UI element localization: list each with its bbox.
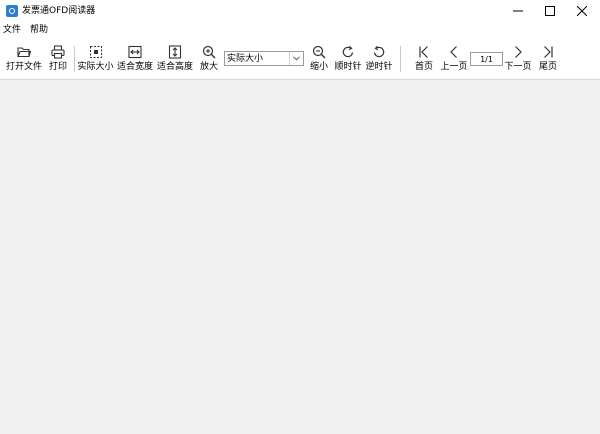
zoom-out-button[interactable]: 缩小 — [308, 42, 330, 74]
last-page-button[interactable]: 尾页 — [537, 42, 559, 74]
zoom-in-icon — [202, 45, 216, 59]
zoom-in-label: 放大 — [199, 62, 218, 72]
first-page-label: 首页 — [414, 62, 433, 72]
document-viewport[interactable] — [0, 80, 600, 434]
chevron-left-icon — [450, 46, 457, 58]
zoom-out-icon — [312, 45, 326, 59]
dropdown-arrow-icon[interactable] — [289, 52, 303, 65]
last-page-icon — [544, 46, 553, 58]
rotate-clockwise-icon — [342, 45, 354, 58]
rotate-counterclockwise-label: 逆时针 — [365, 62, 393, 72]
fit-height-label: 适合高度 — [156, 62, 193, 72]
zoom-out-label: 缩小 — [309, 62, 328, 72]
next-page-label: 下一页 — [504, 62, 532, 72]
last-page-label: 尾页 — [538, 62, 557, 72]
print-button[interactable]: 打印 — [46, 42, 70, 74]
next-page-button[interactable]: 下一页 — [504, 42, 532, 74]
close-button[interactable] — [564, 0, 600, 22]
menu-bar: 文件 帮助 — [0, 22, 600, 38]
rotate-clockwise-label: 顺时针 — [334, 62, 362, 72]
first-page-button[interactable]: 首页 — [413, 42, 435, 74]
first-page-icon — [419, 46, 428, 58]
actual-size-icon — [89, 46, 102, 58]
previous-page-button[interactable]: 上一页 — [440, 42, 468, 74]
folder-open-icon — [17, 47, 32, 58]
close-icon — [577, 6, 587, 16]
fit-width-label: 适合宽度 — [116, 62, 153, 72]
rotate-counterclockwise-icon — [373, 45, 385, 58]
printer-icon — [51, 45, 65, 59]
rotate-counterclockwise-button[interactable]: 逆时针 — [364, 42, 394, 74]
open-file-button[interactable]: 打开文件 — [5, 42, 43, 74]
zoom-select-value: 实际大小 — [227, 54, 264, 64]
fit-width-button[interactable]: 适合宽度 — [116, 42, 154, 74]
chevron-right-icon — [515, 46, 522, 58]
minimize-button[interactable] — [500, 0, 536, 22]
fit-height-icon — [168, 45, 182, 59]
maximize-icon — [545, 6, 555, 16]
actual-size-button[interactable]: 实际大小 — [77, 42, 114, 74]
actual-size-label: 实际大小 — [77, 62, 114, 72]
print-label: 打印 — [48, 62, 67, 72]
toolbar-separator — [400, 46, 401, 72]
zoom-select[interactable]: 实际大小 — [224, 51, 304, 66]
minimize-icon — [513, 10, 523, 12]
menu-help[interactable]: 帮助 — [30, 24, 48, 36]
fit-height-button[interactable]: 适合高度 — [156, 42, 194, 74]
rotate-clockwise-button[interactable]: 顺时针 — [333, 42, 363, 74]
page-number-input[interactable] — [470, 52, 503, 66]
zoom-in-button[interactable]: 放大 — [198, 42, 220, 74]
fit-width-icon — [128, 45, 142, 59]
app-icon — [6, 5, 18, 17]
previous-page-label: 上一页 — [440, 62, 468, 72]
toolbar-separator — [74, 46, 75, 72]
title-bar: 发票通OFD阅读器 — [0, 0, 600, 22]
maximize-button[interactable] — [532, 0, 568, 22]
window-title: 发票通OFD阅读器 — [22, 6, 96, 16]
open-file-label: 打开文件 — [5, 62, 42, 72]
menu-file[interactable]: 文件 — [3, 24, 21, 36]
